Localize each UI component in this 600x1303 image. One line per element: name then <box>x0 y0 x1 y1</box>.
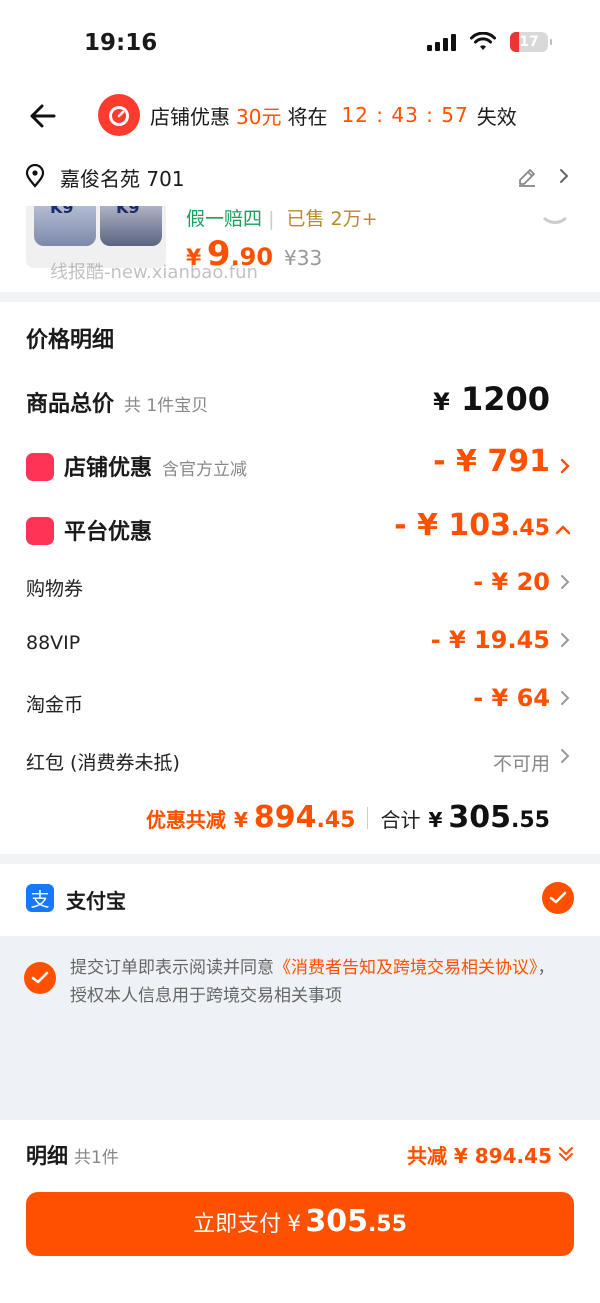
payment-selected-checkbox[interactable] <box>542 882 574 914</box>
top-nav: 店铺优惠 30元 将在 12 : 43 : 57 失效 <box>0 88 600 144</box>
taojinbi-amount: - ¥ 64 <box>473 684 550 712</box>
saved-label: 优惠共减 <box>145 808 226 832</box>
platform-discount-label: 平台优惠 <box>64 520 153 545</box>
details-title: 价格明细 <box>26 328 115 353</box>
status-time: 19:16 <box>84 30 158 56</box>
goods-total-label: 商品总价 <box>26 392 115 417</box>
address-row[interactable]: 嘉俊名苑 701 <box>0 144 600 206</box>
platform-discount-amount: - ¥ 103.45 <box>394 508 550 543</box>
agreement-text: 提交订单即表示阅读并同意《消费者告知及跨境交易相关协议》，授权本人信息用于跨境交… <box>70 958 555 1007</box>
chevron-up-icon[interactable] <box>554 520 572 540</box>
divider <box>367 806 369 829</box>
product-card[interactable]: K9 K9 假一赔四 | 已售 2万+ ¥ 9.90 ¥33 线报酷-new.x… <box>0 206 600 292</box>
pay-now-amount: 305 <box>305 1204 368 1239</box>
guarantee-tag: 假一赔四 <box>186 208 263 230</box>
battery-level: 17 <box>519 34 539 50</box>
store-discount-sub: 含官方立减 <box>162 460 248 480</box>
store-discount-row[interactable]: 店铺优惠 含官方立减 - ¥ 791 <box>0 442 600 492</box>
taojinbi-label: 淘金币 <box>26 694 84 716</box>
saved-amount: 894 <box>253 800 317 835</box>
store-promo-banner: 店铺优惠 30元 将在 12 : 43 : 57 失效 <box>98 94 517 136</box>
store-discount-amount: - ¥ 791 <box>433 444 550 479</box>
goods-total-sub: 共 1件宝贝 <box>124 396 209 416</box>
checkmark-icon <box>549 891 567 904</box>
status-bar: 19:16 17 <box>0 0 600 88</box>
price-details-card: 价格明细 商品总价共 1件宝贝 ¥ 1200 店铺优惠 含官方立减 - ¥ 791… <box>0 302 600 854</box>
payment-method-label: 支付宝 <box>66 889 126 913</box>
chevron-right-icon[interactable] <box>558 746 572 766</box>
red-packet-row[interactable]: 红包 (消费券未抵) 不可用 <box>0 740 600 780</box>
vip-amount: - ¥ 19.45 <box>430 626 550 654</box>
checkmark-icon <box>31 971 49 984</box>
goods-total-amount: ¥ 1200 <box>433 380 550 418</box>
original-price: ¥33 <box>284 246 323 270</box>
back-arrow-icon[interactable] <box>22 98 58 134</box>
coupon-amount: - ¥ 20 <box>473 568 550 596</box>
vip-row[interactable]: 88VIP - ¥ 19.45 <box>0 624 600 664</box>
battery-icon: 17 <box>510 32 552 52</box>
sold-count: 已售 2万+ <box>286 208 378 230</box>
promo-suffix: 失效 <box>476 104 517 129</box>
agreement-checkbox[interactable] <box>24 962 56 994</box>
goods-total-row: 商品总价共 1件宝贝 ¥ 1200 <box>0 378 600 428</box>
totals-summary: 优惠共减 ¥ 894.45 合计 ¥ 305.55 <box>145 800 550 835</box>
pay-now-button[interactable]: 立即支付 ¥ 305.55 <box>26 1192 574 1256</box>
coupon-row[interactable]: 购物券 - ¥ 20 <box>0 566 600 606</box>
chevron-right-icon[interactable] <box>556 166 572 186</box>
total-label: 合计 <box>380 808 421 832</box>
platform-discount-row[interactable]: 平台优惠 - ¥ 103.45 <box>0 506 600 556</box>
red-packet-label: 红包 (消费券未抵) <box>26 752 180 774</box>
taojinbi-row[interactable]: 淘金币 - ¥ 64 <box>0 682 600 722</box>
store-discount-label: 店铺优惠 <box>64 456 153 481</box>
wifi-icon <box>470 32 496 50</box>
agreement-link[interactable]: 《消费者告知及跨境交易相关协议》 <box>274 958 538 978</box>
edit-pencil-icon[interactable] <box>516 166 538 188</box>
alipay-icon: 支 <box>26 884 54 912</box>
store-icon <box>26 453 54 481</box>
home-indicator <box>0 1273 600 1303</box>
bottom-saved-amount[interactable]: 共减 ¥ 894.45 <box>407 1140 552 1169</box>
cellular-signal-icon <box>427 33 456 51</box>
item-count: 共1件 <box>74 1148 119 1168</box>
bottom-bar: 明细 共1件 共减 ¥ 894.45 立即支付 ¥ 305.55 <box>0 1120 600 1303</box>
product-can-image: K9 <box>34 206 96 246</box>
agreement-section: 提交订单即表示阅读并同意《消费者告知及跨境交易相关协议》，授权本人信息用于跨境交… <box>0 936 600 1120</box>
red-packet-status: 不可用 <box>492 753 550 775</box>
chevron-right-icon[interactable] <box>558 630 572 650</box>
chevron-right-icon[interactable] <box>558 688 572 708</box>
chevron-right-icon[interactable] <box>558 572 572 592</box>
promo-label: 店铺优惠 <box>150 104 230 129</box>
chevron-right-icon[interactable] <box>558 456 572 476</box>
product-tagline: 假一赔四 | 已售 2万+ <box>186 208 378 230</box>
location-pin-icon <box>25 164 45 188</box>
loading-spinner-icon <box>538 206 572 224</box>
watermark: 线报酷-new.xianbao.fun <box>50 262 258 283</box>
promo-value: 30元 <box>236 104 282 129</box>
double-chevron-down-icon[interactable] <box>556 1144 576 1164</box>
product-can-image: K9 <box>100 206 162 246</box>
total-amount: 305 <box>448 800 512 835</box>
detail-toggle[interactable]: 明细 共1件 <box>26 1140 119 1170</box>
alarm-clock-icon <box>98 94 140 136</box>
coupon-label: 购物券 <box>26 578 84 600</box>
payment-method-row[interactable]: 支 支付宝 <box>0 864 600 936</box>
address-text: 嘉俊名苑 701 <box>60 167 185 191</box>
tag-icon <box>26 517 54 545</box>
vip-label: 88VIP <box>26 632 81 654</box>
promo-countdown: 12 : 43 : 57 <box>341 103 469 127</box>
detail-label: 明细 <box>26 1144 68 1168</box>
status-icons: 17 <box>427 32 552 52</box>
promo-mid: 将在 <box>287 104 328 129</box>
pay-now-label: 立即支付 <box>193 1212 282 1237</box>
